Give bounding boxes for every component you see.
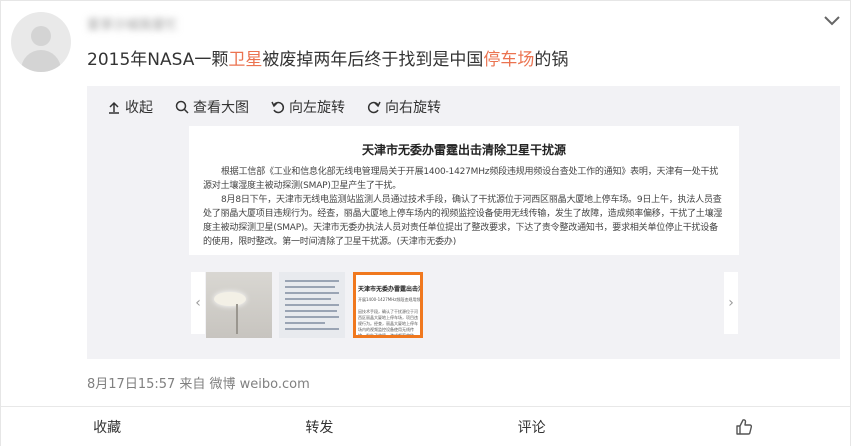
repost-button[interactable]: 转发	[213, 407, 425, 446]
like-button[interactable]	[638, 407, 850, 446]
favorite-button[interactable]: 收藏	[1, 407, 213, 446]
collapse-button[interactable]: 收起	[107, 97, 153, 117]
text-line-shape	[285, 310, 337, 312]
text-line-shape	[285, 292, 339, 294]
favorite-label: 收藏	[93, 419, 122, 436]
post-text-segment: 2015年NASA一颗	[87, 50, 229, 70]
rotate-right-icon	[367, 101, 381, 114]
weibo-post-card: 爱享沙城我爱忙 2015年NASA一颗卫星被废掉两年后终于找到是中国停车场的锅 …	[0, 0, 851, 446]
rotate-left-button[interactable]: 向左旋转	[271, 97, 345, 117]
thumbnail-strip: ‹ 天津市无委办雷霆出击清除卫星干扰源 开展1400-1427MHz频段违规用频	[191, 272, 742, 338]
document-image[interactable]: 天津市无委办雷霆出击清除卫星干扰源 根据工信部《工业和信息化部无线电管理局关于开…	[189, 126, 739, 255]
post-text-segment: 被废掉两年后终于找到是中国	[262, 50, 484, 70]
thumbnail-lamp-photo[interactable]	[206, 272, 272, 338]
rotate-right-button[interactable]: 向右旋转	[367, 97, 441, 117]
text-line-shape	[285, 286, 335, 288]
avatar-body-shape	[21, 50, 61, 72]
view-large-button[interactable]: 查看大图	[175, 97, 249, 117]
avatar-head-shape	[31, 26, 51, 46]
post-text-segment: 的锅	[534, 50, 569, 70]
username[interactable]: 爱享沙城我爱忙	[87, 14, 178, 33]
rotate-right-label: 向右旋转	[385, 100, 441, 116]
view-large-label: 查看大图	[193, 100, 249, 116]
text-line-shape	[285, 316, 339, 318]
post-text: 2015年NASA一颗卫星被废掉两年后终于找到是中国停车场的锅	[87, 45, 568, 70]
thumbnail-title: 天津市无委办雷霆出击清除卫星干扰源	[358, 286, 420, 293]
repost-label: 转发	[305, 419, 334, 436]
collapse-icon	[109, 101, 119, 114]
avatar[interactable]	[11, 12, 71, 72]
document-paragraph: 根据工信部《工业和信息化部无线电管理局关于开展1400-1427MHz频段违规用…	[203, 167, 719, 191]
collapse-label: 收起	[125, 100, 153, 116]
topic-link-parking-lot[interactable]: 停车场	[483, 50, 534, 70]
topic-link-satellite[interactable]: 卫星	[228, 50, 262, 70]
thumbnail-subtitle: 开展1400-1427MHz频段违规用频	[358, 297, 421, 302]
text-line-shape	[285, 322, 325, 324]
document-paragraph: 8月8日下午，天津市无线电监测站监测人员通过技术手段，确认了干扰源位于河西区丽晶…	[203, 195, 723, 247]
thumbnail-selected-notice[interactable]: 天津市无委办雷霆出击清除卫星干扰源 开展1400-1427MHz频段违规用频 因…	[353, 272, 423, 338]
media-viewer: 收起 查看大图 向左旋转 向右旋转 天津市无委办雷霆出击清除卫星干扰源 根据工信…	[87, 86, 840, 359]
document-title: 天津市无委办雷霆出击清除卫星干扰源	[361, 143, 566, 157]
comment-button[interactable]: 评论	[426, 407, 638, 446]
post-timestamp[interactable]: 8月17日15:57 来自 微博 weibo.com	[87, 373, 310, 392]
comment-label: 评论	[517, 419, 546, 436]
lamp-pole-shape	[236, 304, 238, 334]
rotate-left-icon	[271, 101, 285, 114]
text-line-shape	[285, 328, 339, 330]
text-line-shape	[285, 304, 339, 306]
chevron-down-icon[interactable]	[822, 11, 842, 31]
thumbnail-document-scan[interactable]	[279, 272, 345, 338]
thumbs-up-icon	[736, 418, 752, 435]
chevron-right-icon[interactable]: ›	[724, 272, 738, 334]
text-line-shape	[285, 298, 331, 300]
text-line-shape	[285, 280, 339, 282]
chevron-left-icon[interactable]: ‹	[191, 272, 205, 334]
rotate-left-label: 向左旋转	[289, 100, 345, 116]
search-icon	[175, 100, 189, 114]
lamp-shape	[214, 292, 246, 306]
media-toolbar: 收起 查看大图 向左旋转 向右旋转	[107, 96, 463, 118]
action-bar: 收藏 转发 评论	[1, 406, 850, 446]
thumbnail-body: 因技术手段，确认了干扰源位于河西区丽晶大厦地上停车场，项目违规行为。经查，丽晶大…	[358, 309, 418, 338]
